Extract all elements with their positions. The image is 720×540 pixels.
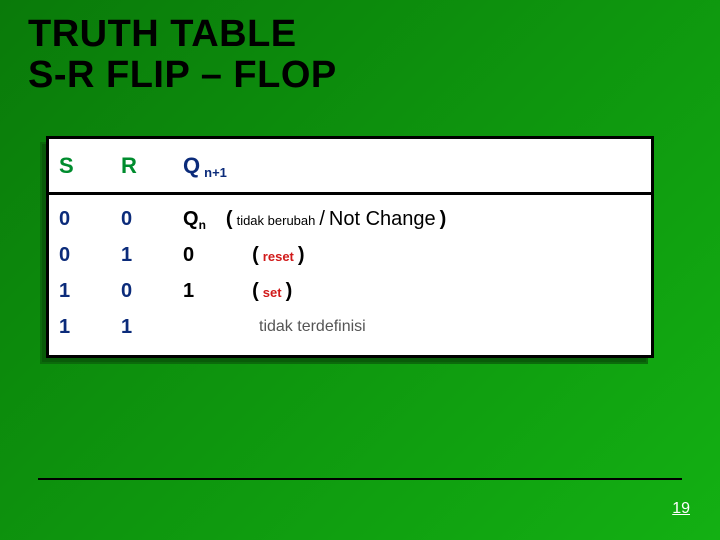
- header-s: S: [49, 153, 111, 179]
- paren-close: ): [440, 208, 447, 231]
- output-value: 1: [183, 280, 194, 303]
- paren-close: ): [298, 244, 305, 267]
- cell-r: 1: [111, 316, 173, 339]
- cell-s: 0: [49, 244, 111, 267]
- cell-q: tidak terdefinisi: [173, 318, 651, 336]
- header-r: R: [111, 153, 173, 179]
- cell-q: 0 ( reset ): [173, 244, 651, 267]
- slash: /: [319, 208, 325, 231]
- cell-q: Qn ( tidak berubah / Not Change ): [173, 208, 651, 231]
- truth-table: S R Q n+1 0 0 Qn ( tidak berubah / Not C…: [46, 136, 654, 358]
- paren-open: (: [226, 208, 233, 231]
- note-undefined: tidak terdefinisi: [259, 318, 366, 336]
- table-row: 1 1 tidak terdefinisi: [49, 309, 651, 345]
- table-header-row: S R Q n+1: [49, 139, 651, 195]
- note-indonesian: tidak berubah: [237, 213, 316, 228]
- title-line-2: S-R FLIP – FLOP: [28, 55, 720, 96]
- page-number: 19: [672, 500, 690, 518]
- cell-r: 0: [111, 280, 173, 303]
- note-red: reset: [263, 249, 294, 264]
- table-row: 1 0 1 ( set ): [49, 273, 651, 309]
- title-line-1: TRUTH TABLE: [28, 14, 720, 55]
- header-q: Q n+1: [173, 153, 651, 179]
- paren-close: ): [286, 280, 293, 303]
- cell-s: 1: [49, 316, 111, 339]
- slide-title: TRUTH TABLE S-R FLIP – FLOP: [0, 0, 720, 96]
- cell-s: 0: [49, 208, 111, 231]
- footer-rule: [38, 478, 682, 480]
- paren-open: (: [252, 244, 259, 267]
- note-red: set: [263, 285, 282, 300]
- cell-q: 1 ( set ): [173, 280, 651, 303]
- note-english: Not Change: [329, 208, 436, 231]
- table-row: 0 0 Qn ( tidak berubah / Not Change ): [49, 201, 651, 237]
- table-row: 0 1 0 ( reset ): [49, 237, 651, 273]
- table-body: 0 0 Qn ( tidak berubah / Not Change ) 0 …: [49, 195, 651, 355]
- cell-r: 0: [111, 208, 173, 231]
- cell-s: 1: [49, 280, 111, 303]
- output-value: 0: [183, 244, 194, 267]
- output-value: Qn: [183, 208, 206, 231]
- header-q-letter: Q: [183, 153, 200, 179]
- paren-open: (: [252, 280, 259, 303]
- header-q-sub: n+1: [204, 165, 227, 180]
- cell-r: 1: [111, 244, 173, 267]
